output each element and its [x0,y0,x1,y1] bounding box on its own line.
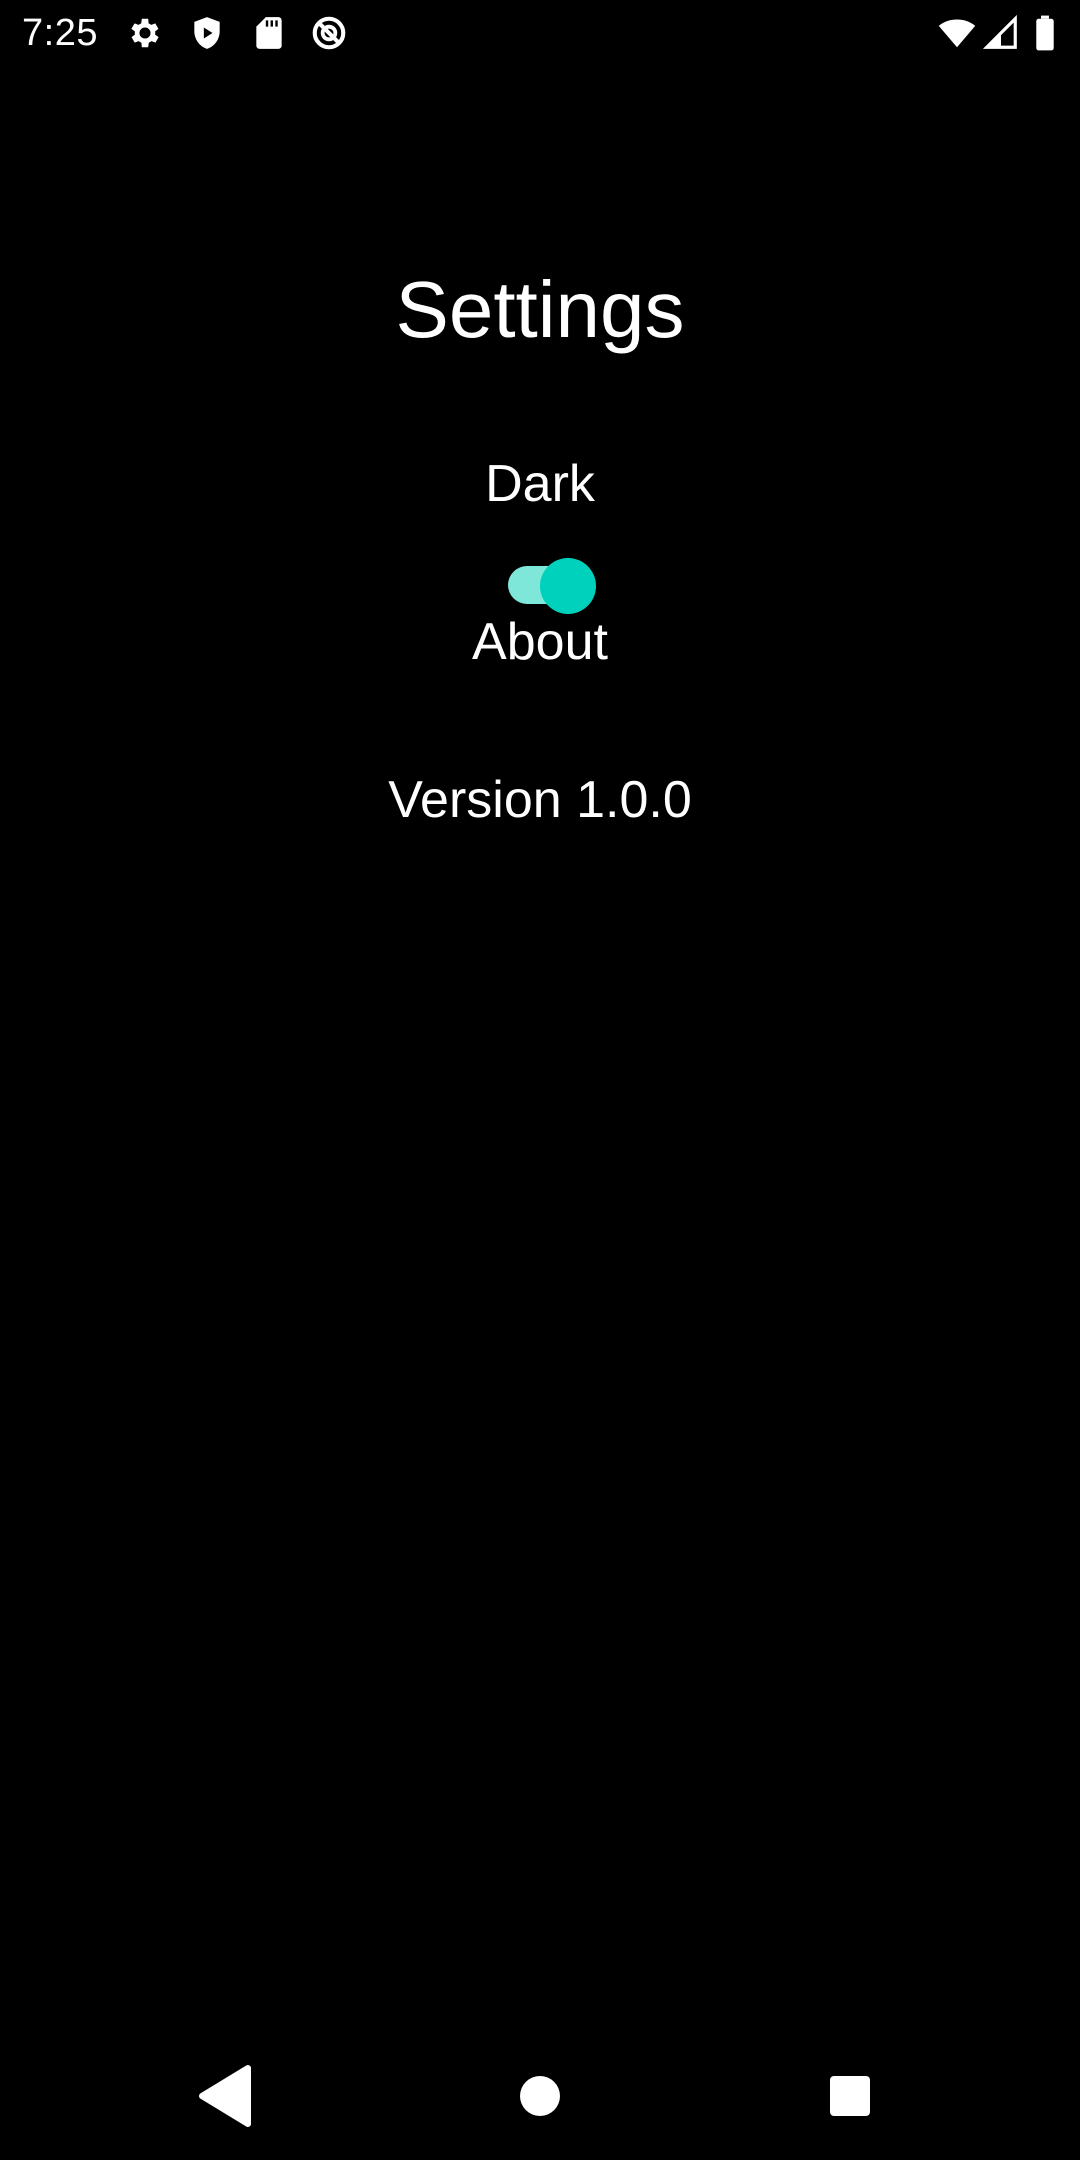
version-text: Version 1.0.0 [388,771,692,829]
theme-label: Dark [485,455,595,513]
cell-signal-icon [982,14,1020,52]
status-bar: 7:25 [0,0,1080,66]
vpn-icon [310,14,348,52]
screen: 7:25 Settings Dark About Version 1.0.0 [0,0,1080,2160]
dark-theme-toggle[interactable] [508,558,598,614]
wifi-icon [936,14,978,52]
home-icon[interactable] [500,2056,580,2136]
battery-icon [1030,14,1060,52]
status-time: 7:25 [22,12,98,54]
sd-card-icon [250,14,288,52]
page-title: Settings [395,265,685,354]
about-heading: About [472,613,608,671]
back-icon[interactable] [186,2056,266,2136]
settings-icon [126,14,164,52]
toggle-thumb [540,558,596,614]
play-protect-icon [188,14,226,52]
recents-icon[interactable] [810,2056,890,2136]
navigation-bar [0,2040,1080,2150]
